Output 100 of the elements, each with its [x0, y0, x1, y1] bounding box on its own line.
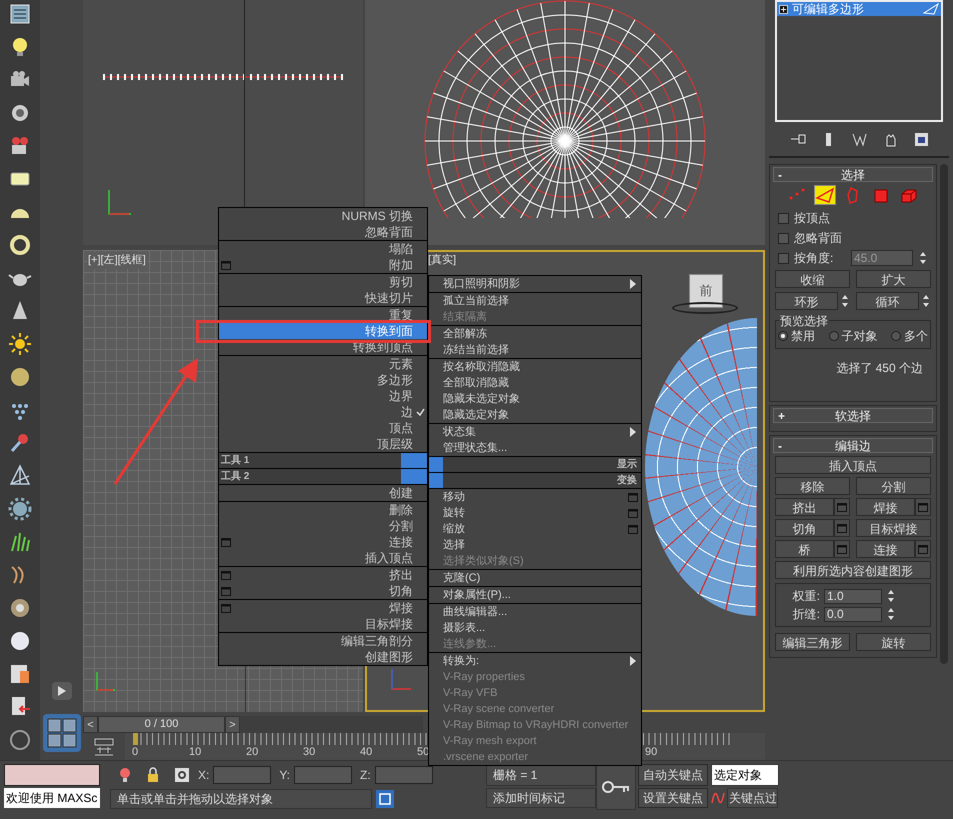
panel-icon[interactable] — [8, 2, 32, 26]
menu-item[interactable]: 忽略背面 — [219, 224, 427, 240]
menu-item[interactable]: 元素 — [219, 356, 427, 372]
viewport-label[interactable]: [真实] — [428, 252, 456, 268]
sphere-icon[interactable] — [8, 365, 32, 389]
color-swatch[interactable] — [4, 764, 100, 786]
light-bulb-icon[interactable] — [118, 767, 132, 783]
menu-item[interactable]: 按名称取消隐藏 — [429, 359, 641, 375]
menu-item[interactable]: 摄影表... — [429, 620, 641, 636]
add-time-tag-field[interactable]: 添加时间标记 — [486, 788, 596, 808]
number-field[interactable]: 0.0 — [824, 606, 882, 622]
menu-item[interactable]: 快速切片 — [219, 290, 427, 306]
menu-item[interactable]: 转换到面 — [219, 323, 427, 339]
rollout-button[interactable]: 分割 — [856, 477, 931, 495]
material-panel-icon[interactable] — [8, 662, 32, 686]
expand-icon[interactable] — [779, 4, 788, 14]
menu-item[interactable]: 冻结当前选择 — [429, 342, 641, 358]
spinner-icon[interactable] — [921, 293, 931, 309]
menu-item[interactable]: 分割 — [219, 518, 427, 534]
rollout-header[interactable]: + 软选择 — [773, 408, 933, 423]
viewport-label[interactable]: [+][左][线框] — [87, 252, 147, 268]
menu-item[interactable]: 隐藏选定对象 — [429, 407, 641, 423]
isolate-selection-icon[interactable] — [376, 790, 394, 808]
checkbox[interactable] — [778, 212, 789, 224]
menu-item[interactable]: 全部解冻 — [429, 326, 641, 342]
menu-item[interactable]: 剪切 — [219, 274, 427, 290]
spinner-icon[interactable] — [918, 250, 928, 266]
configure-sets-icon[interactable] — [912, 130, 930, 148]
menu-item[interactable]: 删除 — [219, 502, 427, 518]
rollout-button[interactable]: 焊接 — [856, 498, 915, 516]
menu-item[interactable]: 隐藏未选定对象 — [429, 391, 641, 407]
rollout-button[interactable]: 旋转 — [856, 633, 931, 651]
edge-mode-button[interactable] — [814, 185, 836, 205]
set-key-mode-button[interactable]: 设置关键点 — [638, 788, 708, 808]
key-filters-button[interactable]: 关键点过 — [727, 788, 778, 808]
menu-item[interactable]: 创建 — [219, 485, 427, 501]
menu-item[interactable]: 连接 — [219, 534, 427, 550]
menu-item[interactable]: 塌陷 — [219, 241, 427, 257]
menu-item[interactable]: NURMS 切换 — [219, 208, 427, 224]
rollout-button[interactable]: 连接 — [856, 540, 915, 558]
checkbox[interactable] — [778, 232, 789, 244]
rollout-button[interactable]: 编辑三角形 — [775, 633, 850, 651]
menu-item[interactable]: 插入顶点 — [219, 550, 427, 566]
menu-item[interactable]: 目标焊接 — [219, 616, 427, 632]
spinner-icon[interactable] — [886, 588, 896, 604]
menu-item[interactable]: 全部取消隐藏 — [429, 375, 641, 391]
menu-item[interactable]: 挤出 — [219, 567, 427, 583]
rollout-button[interactable]: 切角 — [775, 519, 834, 537]
set-key-button[interactable] — [596, 764, 636, 810]
menu-item[interactable]: 管理状态集... — [429, 440, 641, 456]
menu-item[interactable]: 多边形 — [219, 372, 427, 388]
menu-item[interactable]: 创建图形 — [219, 649, 427, 665]
rollout-button[interactable]: 挤出 — [775, 498, 834, 516]
rollout-button[interactable]: 插入顶点 — [775, 456, 931, 474]
spinner-icon[interactable] — [886, 606, 896, 622]
track-bar-end[interactable] — [643, 733, 765, 760]
lock-icon[interactable] — [146, 767, 160, 783]
menu-item[interactable]: 顶层级 — [219, 436, 427, 452]
coordinate-field[interactable] — [374, 766, 433, 784]
menu-item[interactable]: 视口照明和阴影 — [429, 276, 641, 292]
pyramid-mesh-icon[interactable] — [8, 464, 32, 488]
menu-item[interactable]: 移动 — [429, 489, 641, 505]
viewcube[interactable]: 前 — [689, 274, 723, 308]
rollout-button[interactable]: 桥 — [775, 540, 834, 558]
menu-item[interactable]: 焊接 — [219, 600, 427, 616]
help-icon[interactable] — [8, 728, 32, 752]
number-field[interactable]: 1.0 — [824, 588, 882, 604]
time-slider-track[interactable]: < 0 / 100 > — [83, 716, 423, 733]
coordinate-field[interactable] — [294, 766, 352, 784]
coordinate-field[interactable] — [213, 766, 272, 784]
menu-item[interactable]: 边 — [219, 404, 427, 420]
viewport-layout-button[interactable] — [42, 714, 80, 752]
menu-item[interactable]: 克隆(C) — [429, 570, 641, 586]
menu-item[interactable]: 附加 — [219, 257, 427, 273]
selection-set-dropdown[interactable]: 选定对象 — [711, 764, 779, 786]
previous-frame-button[interactable]: < — [83, 716, 98, 733]
menu-item[interactable]: 转换为: — [429, 653, 641, 669]
gear-icon[interactable] — [8, 497, 32, 521]
track-bar[interactable] — [125, 733, 427, 760]
menu-item[interactable]: 缩放 — [429, 521, 641, 537]
curve-icon[interactable] — [711, 791, 725, 805]
menu-item[interactable]: 曲线编辑器... — [429, 604, 641, 620]
ball-icon[interactable] — [8, 629, 32, 653]
time-slider-thumb[interactable]: < 0 / 100 > — [83, 716, 240, 733]
rollout-button[interactable]: 循环 — [856, 292, 919, 310]
rollout-button[interactable]: 扩大 — [856, 270, 931, 288]
rollout-button[interactable]: 目标焊接 — [856, 519, 931, 537]
rollout-button[interactable]: 环形 — [775, 292, 838, 310]
menu-item[interactable]: 选择 — [429, 537, 641, 553]
menu-item[interactable]: 孤立当前选择 — [429, 293, 641, 309]
rollout-button[interactable]: 收缩 — [775, 270, 850, 288]
torus-icon[interactable] — [8, 233, 32, 257]
radio-button[interactable] — [778, 331, 788, 341]
sun-icon[interactable] — [8, 332, 32, 356]
menu-item[interactable]: 重复 — [219, 307, 427, 323]
radio-button[interactable] — [891, 331, 901, 341]
rollout-header[interactable]: - 编辑边 — [773, 438, 933, 453]
menu-item[interactable]: 旋转 — [429, 505, 641, 521]
spinner-icon[interactable] — [840, 293, 850, 309]
track-view-icon[interactable] — [94, 738, 114, 756]
